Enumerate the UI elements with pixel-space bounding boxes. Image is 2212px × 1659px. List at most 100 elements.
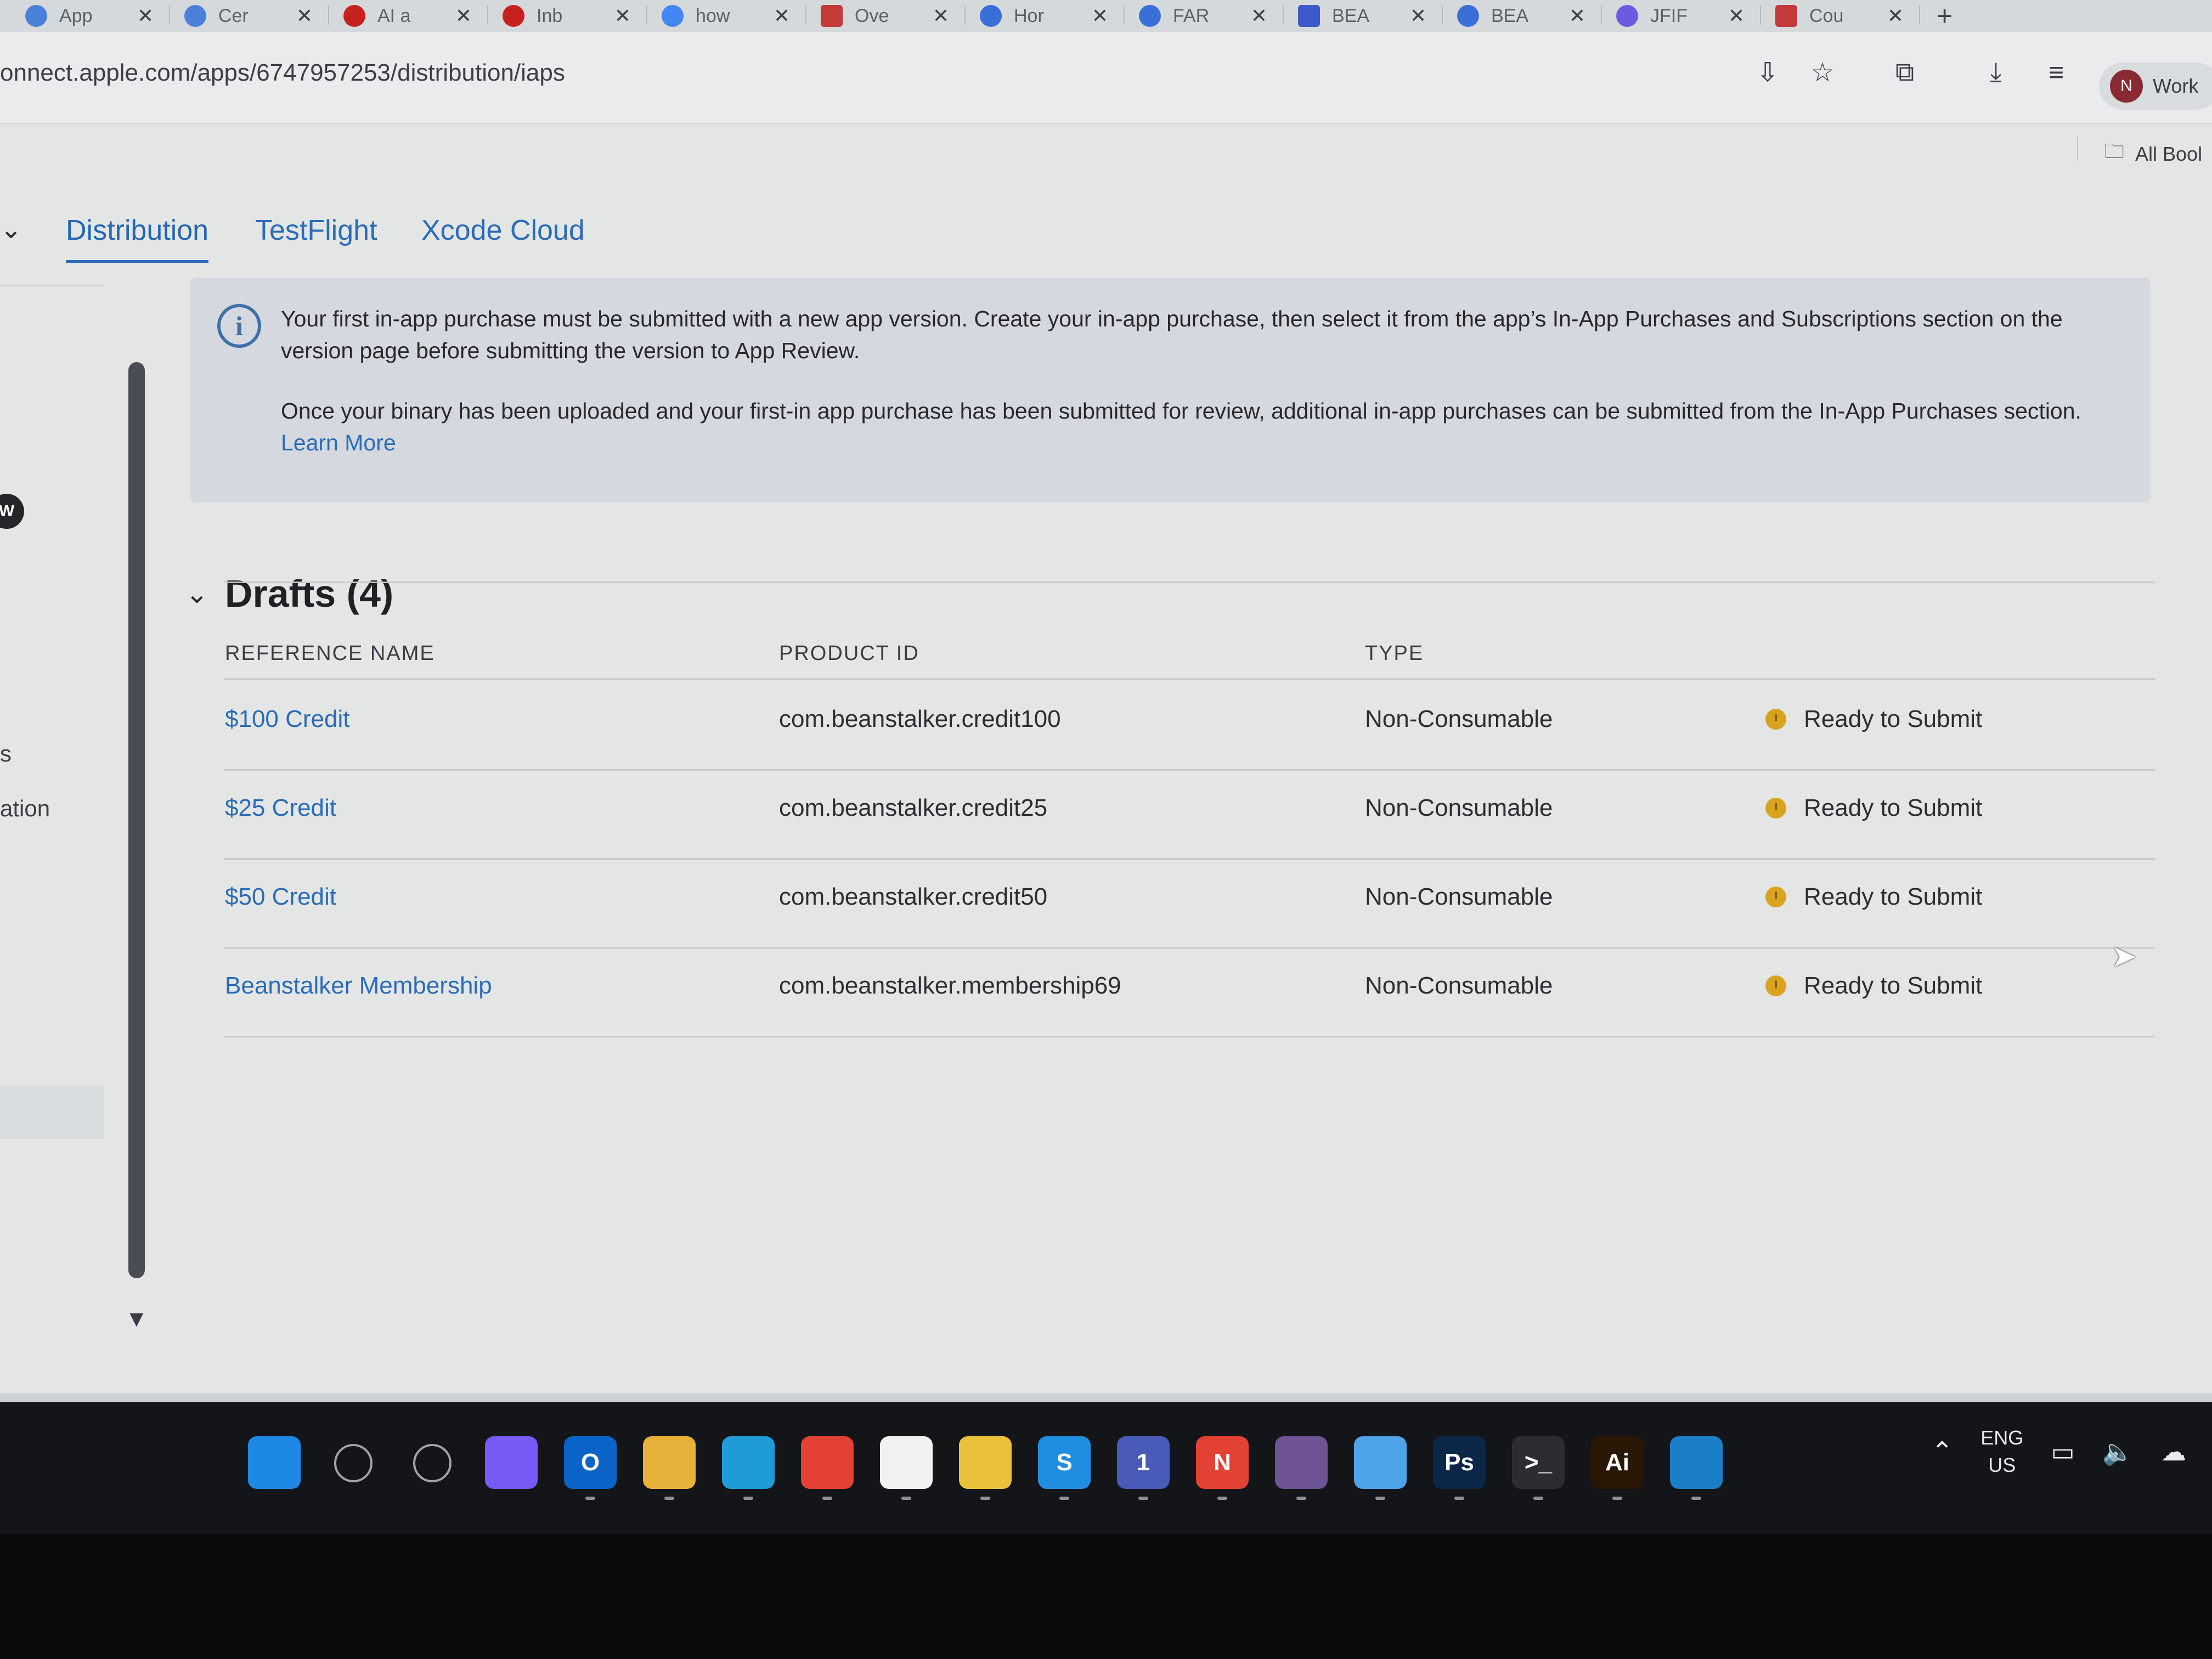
browser-tab[interactable]: Cer ✕ [170,0,329,32]
drafts-section-header[interactable]: ⌄ Drafts (4) [185,572,393,616]
table-row[interactable]: $25 Credit com.beanstalker.credit25 Non-Co… [224,770,2155,860]
learn-more-link[interactable]: Learn More [281,430,396,455]
terminal-icon[interactable]: >_ [1512,1436,1565,1489]
table-row[interactable]: Beanstalker Membership com.beanstalker.me… [224,948,2155,1037]
close-tab-icon[interactable]: ✕ [774,4,790,27]
edge-icon[interactable] [722,1436,775,1489]
browser-tab[interactable]: BEA ✕ [1443,0,1602,32]
browser-tab[interactable]: how ✕ [647,0,806,32]
sidebar-item-partial[interactable]: s [0,741,12,767]
status-label: Ready to Submit [1804,706,1983,732]
table-top-rule [224,582,2155,583]
extensions-icon[interactable]: ⧉ [1887,55,1922,90]
reference-name-link[interactable]: $25 Credit [225,794,336,822]
browser-toolbar: onnect.apple.com/apps/6747957253/distrib… [0,32,2212,124]
chrome-icon[interactable] [801,1436,854,1489]
reference-name-link[interactable]: Beanstalker Membership [225,972,492,1000]
browser-tab[interactable]: Hor ✕ [966,0,1125,32]
skype-icon[interactable]: S [1038,1436,1091,1489]
close-tab-icon[interactable]: ✕ [455,4,472,27]
running-indicator [822,1497,832,1500]
battery-icon[interactable]: ☁ [2161,1437,2186,1466]
start-icon[interactable] [248,1436,301,1489]
table-row[interactable]: $50 Credit com.beanstalker.credit50 Non-Co… [224,859,2155,949]
c-icon [980,5,1002,27]
close-tab-icon[interactable]: ✕ [1092,4,1108,27]
github-icon[interactable] [1275,1436,1328,1489]
browser-tab[interactable]: BEA ✕ [1284,0,1443,32]
gmail-icon [343,5,365,27]
close-tab-icon[interactable]: ✕ [1887,4,1904,27]
close-tab-icon[interactable]: ✕ [137,4,154,27]
browser-tab[interactable]: AI a ✕ [329,0,488,32]
chevron-down-icon[interactable]: ⌄ [185,578,208,610]
copilot-icon[interactable] [485,1436,538,1489]
scroll-down-arrow-icon[interactable]: ▼ [125,1306,148,1332]
gmail-icon [503,5,524,27]
browser-tab[interactable]: JFIF ✕ [1602,0,1761,32]
language-indicator[interactable]: ENG US [1980,1424,2023,1479]
show-hidden-icons-icon[interactable]: ⌃ [1931,1436,1953,1467]
status-badge: Ready to Submit [1765,794,1982,822]
reading-list-icon[interactable]: ≡ [2039,55,2074,90]
task-view-icon[interactable] [413,1444,452,1482]
illustrator-icon[interactable]: Ai [1591,1436,1644,1489]
profile-avatar: N [2110,70,2143,103]
tab-title: BEA [1332,5,1370,26]
profile-button[interactable]: N Work [2099,63,2212,110]
notepad-file-icon[interactable] [880,1436,933,1489]
running-indicator [1296,1497,1306,1500]
teams-icon[interactable]: 1 [1117,1436,1170,1489]
browser-tab[interactable]: Ove ✕ [806,0,966,32]
status-clock-icon [1765,798,1786,819]
app-store-connect-page: ⌄ Distribution TestFlight Xcode Cloud W … [0,126,2212,1393]
browser-tab[interactable]: Inb ✕ [488,0,647,32]
google-icon [662,5,684,27]
banner-paragraph-2: Once your binary has been uploaded and y… [281,395,2124,459]
file-explorer-icon[interactable] [643,1436,696,1489]
browser-tab[interactable]: App ✕ [11,0,170,32]
reference-name-link[interactable]: $100 Credit [225,706,349,733]
close-tab-icon[interactable]: ✕ [1728,4,1745,27]
status-clock-icon [1765,709,1786,730]
download-icon[interactable]: ⤓ [1978,55,2013,90]
running-indicator [585,1497,595,1500]
sidebar-divider [0,285,104,286]
chrome-icon [184,5,206,27]
sidebar-scrollbar[interactable] [128,362,145,1278]
running-indicator [1138,1497,1148,1500]
volume-icon[interactable]: 🔈 [2102,1437,2134,1467]
reference-name-link[interactable]: $50 Credit [225,883,336,911]
address-bar[interactable]: onnect.apple.com/apps/6747957253/distrib… [0,59,565,87]
sidebar-item-partial-2[interactable]: ation [0,795,50,822]
close-tab-icon[interactable]: ✕ [296,4,313,27]
close-tab-icon[interactable]: ✕ [1251,4,1267,27]
notepad-icon[interactable] [1354,1436,1407,1489]
bookmark-star-icon[interactable]: ☆ [1805,55,1840,90]
install-app-icon[interactable]: ⇩ [1750,55,1785,90]
tab-xcode-cloud[interactable]: Xcode Cloud [421,214,585,260]
close-tab-icon[interactable]: ✕ [614,4,631,27]
new-tab-button[interactable]: + [1937,0,1953,32]
sticky-notes-icon[interactable] [959,1436,1012,1489]
close-tab-icon[interactable]: ✕ [1569,4,1585,27]
browser-tab[interactable]: Cou ✕ [1761,0,1920,32]
edge-dev-icon[interactable] [1670,1436,1723,1489]
close-tab-icon[interactable]: ✕ [933,4,949,27]
table-row[interactable]: $100 Credit com.beanstalker.credit100 Non-… [224,681,2155,771]
table-header-rule [224,678,2155,680]
outlook-icon[interactable]: O [564,1436,617,1489]
column-header-reference-name: REFERENCE NAME [225,642,435,665]
status-badge: Ready to Submit [1765,883,1982,911]
chrome-profile-icon[interactable]: N [1196,1436,1249,1489]
browser-tab[interactable]: FAR ✕ [1125,0,1284,32]
running-indicator [1375,1497,1385,1500]
tab-distribution[interactable]: Distribution [66,214,209,263]
app-switcher-chevron-icon[interactable]: ⌄ [0,214,22,245]
search-icon[interactable] [334,1444,373,1482]
network-icon[interactable]: ▭ [2051,1437,2074,1466]
photoshop-icon[interactable]: Ps [1433,1436,1486,1489]
close-tab-icon[interactable]: ✕ [1410,4,1426,27]
tab-testflight[interactable]: TestFlight [255,214,377,260]
sidebar-selected-item[interactable] [0,1086,104,1139]
